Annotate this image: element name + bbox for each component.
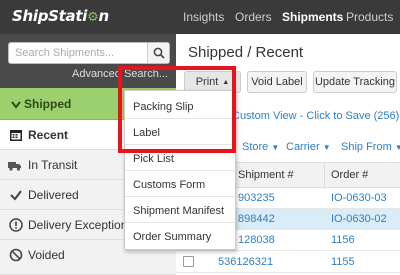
shipment-number-link[interactable]: 898442	[238, 213, 275, 225]
void-label-button[interactable]: Void Label	[247, 71, 307, 93]
filter-ship-from[interactable]: Ship From ▼	[341, 141, 400, 153]
truck-icon	[8, 162, 21, 171]
menu-item-shipment-manifest[interactable]: Shipment Manifest	[125, 199, 235, 223]
alert-icon	[9, 218, 23, 232]
shipment-number-link[interactable]: 128038	[238, 234, 275, 246]
search-input[interactable]	[9, 43, 147, 63]
caret-down-icon: ▼	[322, 143, 331, 152]
sidebar-item-label: In Transit	[28, 158, 78, 172]
check-icon	[10, 190, 22, 201]
update-tracking-button[interactable]: Update Tracking	[313, 71, 397, 93]
nav-orders[interactable]: Orders	[235, 10, 272, 24]
chevron-down-icon	[11, 101, 21, 109]
sidebar-item-label: Voided	[28, 248, 65, 262]
calendar-icon	[10, 130, 22, 141]
filter-carrier-label: Carrier	[286, 141, 320, 153]
menu-item-customs-form[interactable]: Customs Form	[125, 173, 235, 197]
sidebar-item-label: Delivered	[28, 188, 79, 202]
filter-store-label: Store	[242, 141, 269, 153]
ban-icon	[9, 248, 23, 262]
filter-ship-from-label: Ship From	[341, 141, 392, 153]
filter-carrier[interactable]: Carrier ▼	[286, 141, 331, 153]
search-button[interactable]	[147, 43, 169, 63]
column-divider	[324, 163, 325, 189]
shipment-number-link[interactable]: 903235	[238, 192, 275, 204]
row-checkbox[interactable]	[183, 256, 194, 267]
search-icon	[153, 47, 165, 59]
order-number-link[interactable]: IO-0630-02	[331, 213, 387, 225]
column-order-number[interactable]: Order #	[331, 169, 368, 181]
table-row[interactable]: 536126321 1155	[176, 252, 400, 273]
search-box	[8, 42, 170, 64]
nav-insights[interactable]: Insights	[183, 10, 224, 24]
page-title: Shipped / Recent	[188, 44, 304, 61]
order-number-link[interactable]: 1155	[331, 256, 355, 268]
sidebar-item-label: Recent	[28, 128, 69, 142]
order-number-link[interactable]: IO-0630-03	[331, 192, 387, 204]
menu-item-order-summary[interactable]: Order Summary	[125, 225, 235, 249]
red-highlight-box	[118, 66, 236, 153]
filter-store[interactable]: Store ▼	[242, 141, 279, 153]
shipstation-logo[interactable]: ShipStati⚙n	[12, 7, 109, 25]
sidebar-item-label: Delivery Exceptions	[28, 218, 134, 232]
shipment-number-link[interactable]: 536126321	[218, 256, 273, 268]
top-navigation: ShipStati⚙n Insights Orders Shipments Pr…	[0, 0, 400, 34]
column-shipment-number[interactable]: Shipment #	[238, 169, 294, 181]
nav-shipments[interactable]: Shipments	[282, 10, 343, 24]
sidebar-group-label: Shipped	[24, 97, 72, 111]
caret-down-icon: ▼	[271, 143, 280, 152]
order-number-link[interactable]: 1156	[331, 234, 355, 246]
custom-view-link[interactable]: Custom View - Click to Save (256)	[232, 110, 399, 122]
nav-products[interactable]: Products	[346, 10, 393, 24]
caret-down-icon: ▼	[394, 143, 400, 152]
